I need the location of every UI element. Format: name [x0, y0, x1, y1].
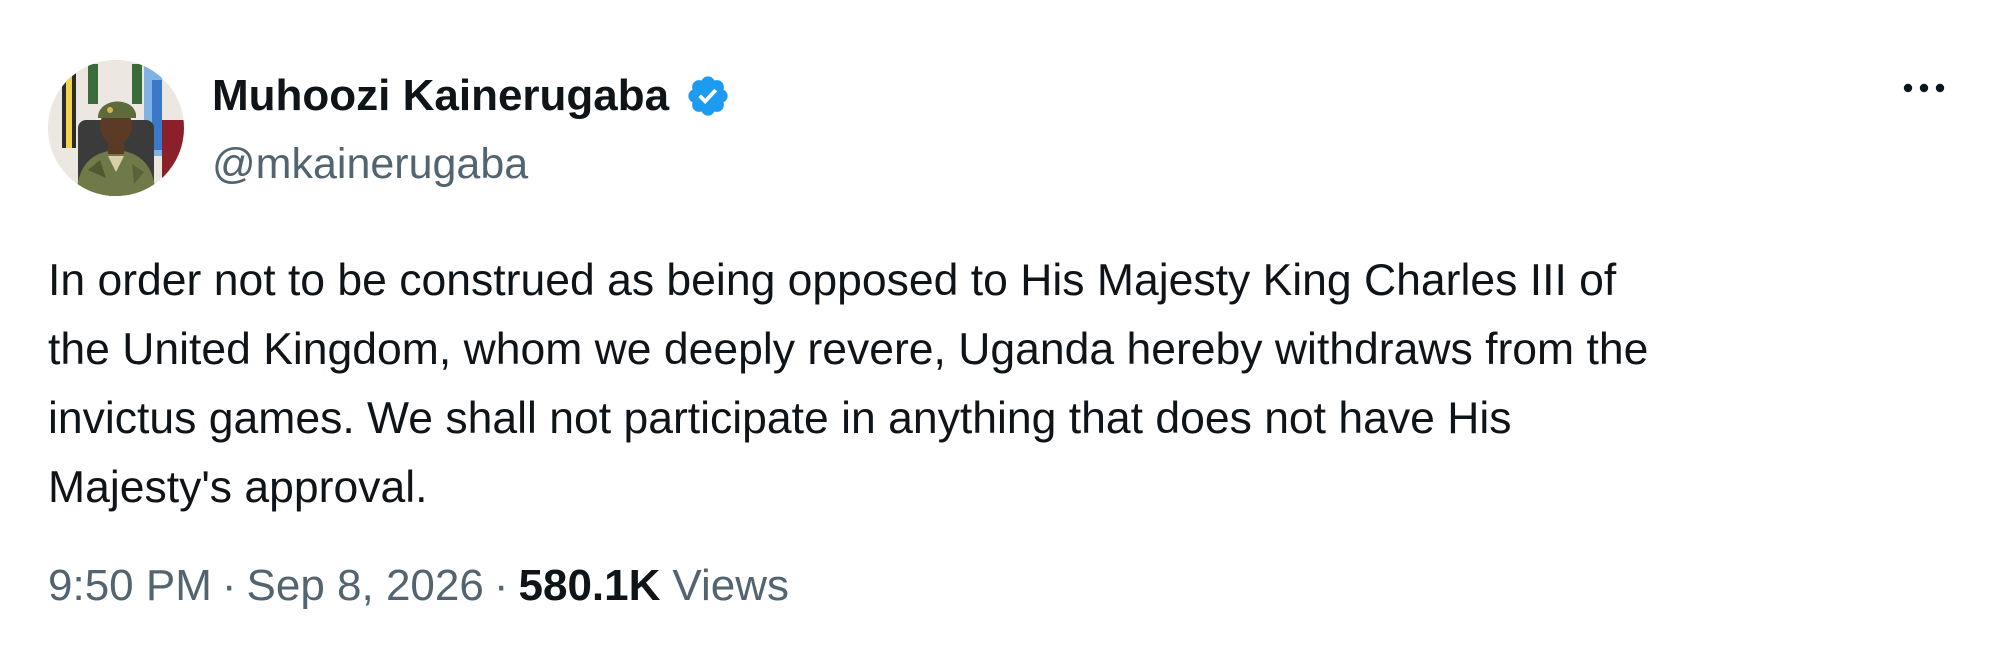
- meta-separator: ·: [493, 561, 509, 610]
- author-name[interactable]: Muhoozi Kainerugaba: [212, 68, 669, 124]
- tweet-date[interactable]: Sep 8, 2026: [247, 556, 484, 616]
- views-label: Views: [672, 561, 789, 610]
- tweet-text: In order not to be construed as being op…: [48, 256, 1649, 512]
- views-count[interactable]: 580.1K: [519, 556, 661, 616]
- avatar[interactable]: [48, 60, 184, 196]
- tweet-time[interactable]: 9:50 PM: [48, 556, 212, 616]
- author-handle[interactable]: @mkainerugaba: [212, 136, 528, 192]
- more-options-button[interactable]: [1896, 68, 1952, 108]
- verified-badge-icon[interactable]: [685, 73, 731, 119]
- author-row: Muhoozi Kainerugaba: [212, 68, 731, 124]
- avatar-image: [48, 60, 184, 196]
- more-options-icon: [1903, 83, 1945, 93]
- tweet-card: Muhoozi Kainerugaba @mkainerugaba In ord…: [0, 0, 2000, 664]
- tweet-meta: 9:50 PM · Sep 8, 2026 · 580.1K Views: [48, 556, 789, 616]
- meta-separator: ·: [221, 561, 237, 610]
